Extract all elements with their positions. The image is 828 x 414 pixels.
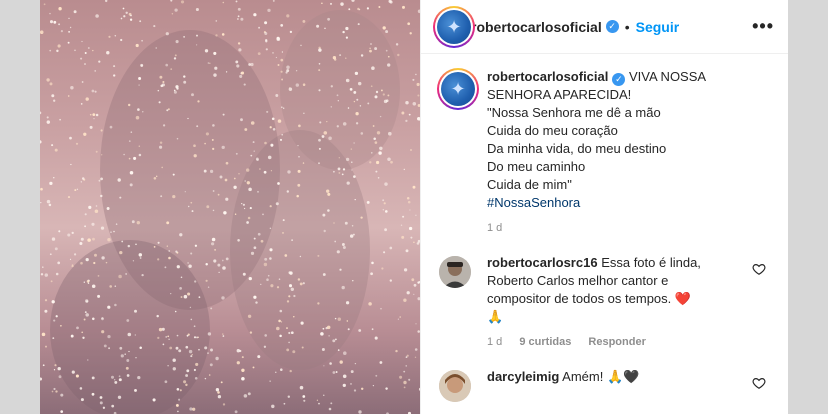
commenter-avatar[interactable] <box>439 256 471 288</box>
hashtag-link[interactable]: #NossaSenhora <box>487 194 772 212</box>
caption-meta: 1 d <box>487 222 772 234</box>
post-sidebar: ✦ robertocarlosoficial ✓ • Seguir ••• ✦ … <box>420 0 788 414</box>
author-username[interactable]: robertocarlosoficial <box>471 19 602 35</box>
caption-line: Cuida do meu coração <box>487 123 618 138</box>
caption-line: Cuida de mim" <box>487 177 572 192</box>
verified-badge-icon: ✓ <box>605 20 619 33</box>
caption-text: robertocarlosoficial ✓ VIVA NOSSA SENHORA… <box>487 68 772 212</box>
heart-outline-icon[interactable] <box>752 376 766 390</box>
person-photo-icon <box>439 370 471 402</box>
comment-line: compositor de todos os tempos. <box>487 291 672 306</box>
caption-line: SENHORA APARECIDA! <box>487 87 632 102</box>
comment-text: darcyleimig Amém! 🙏🖤 <box>487 368 772 386</box>
comment-time[interactable]: 1 d <box>487 336 502 348</box>
caption-row: ✦ robertocarlosoficial ✓ VIVA NOSSA SENHO… <box>437 68 772 234</box>
comment-username[interactable]: robertocarlosrc16 <box>487 255 598 270</box>
comment-username[interactable]: darcyleimig <box>487 369 559 384</box>
caption-time[interactable]: 1 d <box>487 222 502 234</box>
caption-line: Do meu caminho <box>487 159 586 174</box>
backdrop-right <box>788 0 828 414</box>
verified-badge-icon: ✓ <box>612 72 626 86</box>
comment-item: darcyleimig Amém! 🙏🖤 <box>437 368 772 402</box>
post-modal: ✦ robertocarlosoficial ✓ • Seguir ••• ✦ … <box>40 0 788 414</box>
likes-count[interactable]: 9 curtidas <box>519 336 571 348</box>
caption-username[interactable]: robertocarlosoficial <box>487 69 608 84</box>
comments-area[interactable]: ✦ robertocarlosoficial ✓ VIVA NOSSA SENHO… <box>421 54 788 414</box>
comment-item: robertocarlosrc16 Essa foto é linda, Rob… <box>437 254 772 348</box>
caption-line: "Nossa Senhora me dê a mão <box>487 105 661 120</box>
commenter-avatar[interactable] <box>439 370 471 402</box>
comment-line: Essa foto é linda, <box>601 255 701 270</box>
pray-heart-emoji: 🙏🖤 <box>606 369 640 384</box>
comment-meta: 1 d 9 curtidas Responder <box>487 336 772 348</box>
heart-emoji: ❤️ <box>674 291 692 306</box>
backdrop-left <box>0 0 40 414</box>
comment-text: robertocarlosrc16 Essa foto é linda, Rob… <box>487 254 772 326</box>
post-image[interactable] <box>40 0 420 414</box>
comment-line: Amém! <box>562 369 604 384</box>
author-avatar[interactable]: ✦ <box>433 6 475 48</box>
star-logo-icon: ✦ <box>441 72 475 106</box>
caption-line: Da minha vida, do meu destino <box>487 141 667 156</box>
comment-line-with-emoji: compositor de todos os tempos. ❤️ <box>487 290 772 308</box>
comment-line: Roberto Carlos melhor cantor e <box>487 273 669 288</box>
heart-outline-icon[interactable] <box>752 262 766 276</box>
caption-line: VIVA NOSSA <box>629 69 707 84</box>
post-header: ✦ robertocarlosoficial ✓ • Seguir ••• <box>421 0 788 54</box>
pray-emoji: 🙏 <box>487 309 504 324</box>
fireworks-image <box>40 0 420 414</box>
separator-dot: • <box>624 18 630 35</box>
caption-avatar[interactable]: ✦ <box>437 68 479 110</box>
follow-button[interactable]: Seguir <box>636 19 680 35</box>
person-photo-icon <box>439 256 471 288</box>
star-logo-icon: ✦ <box>437 10 471 44</box>
more-options-icon[interactable]: ••• <box>752 16 774 37</box>
reply-button[interactable]: Responder <box>588 336 645 348</box>
